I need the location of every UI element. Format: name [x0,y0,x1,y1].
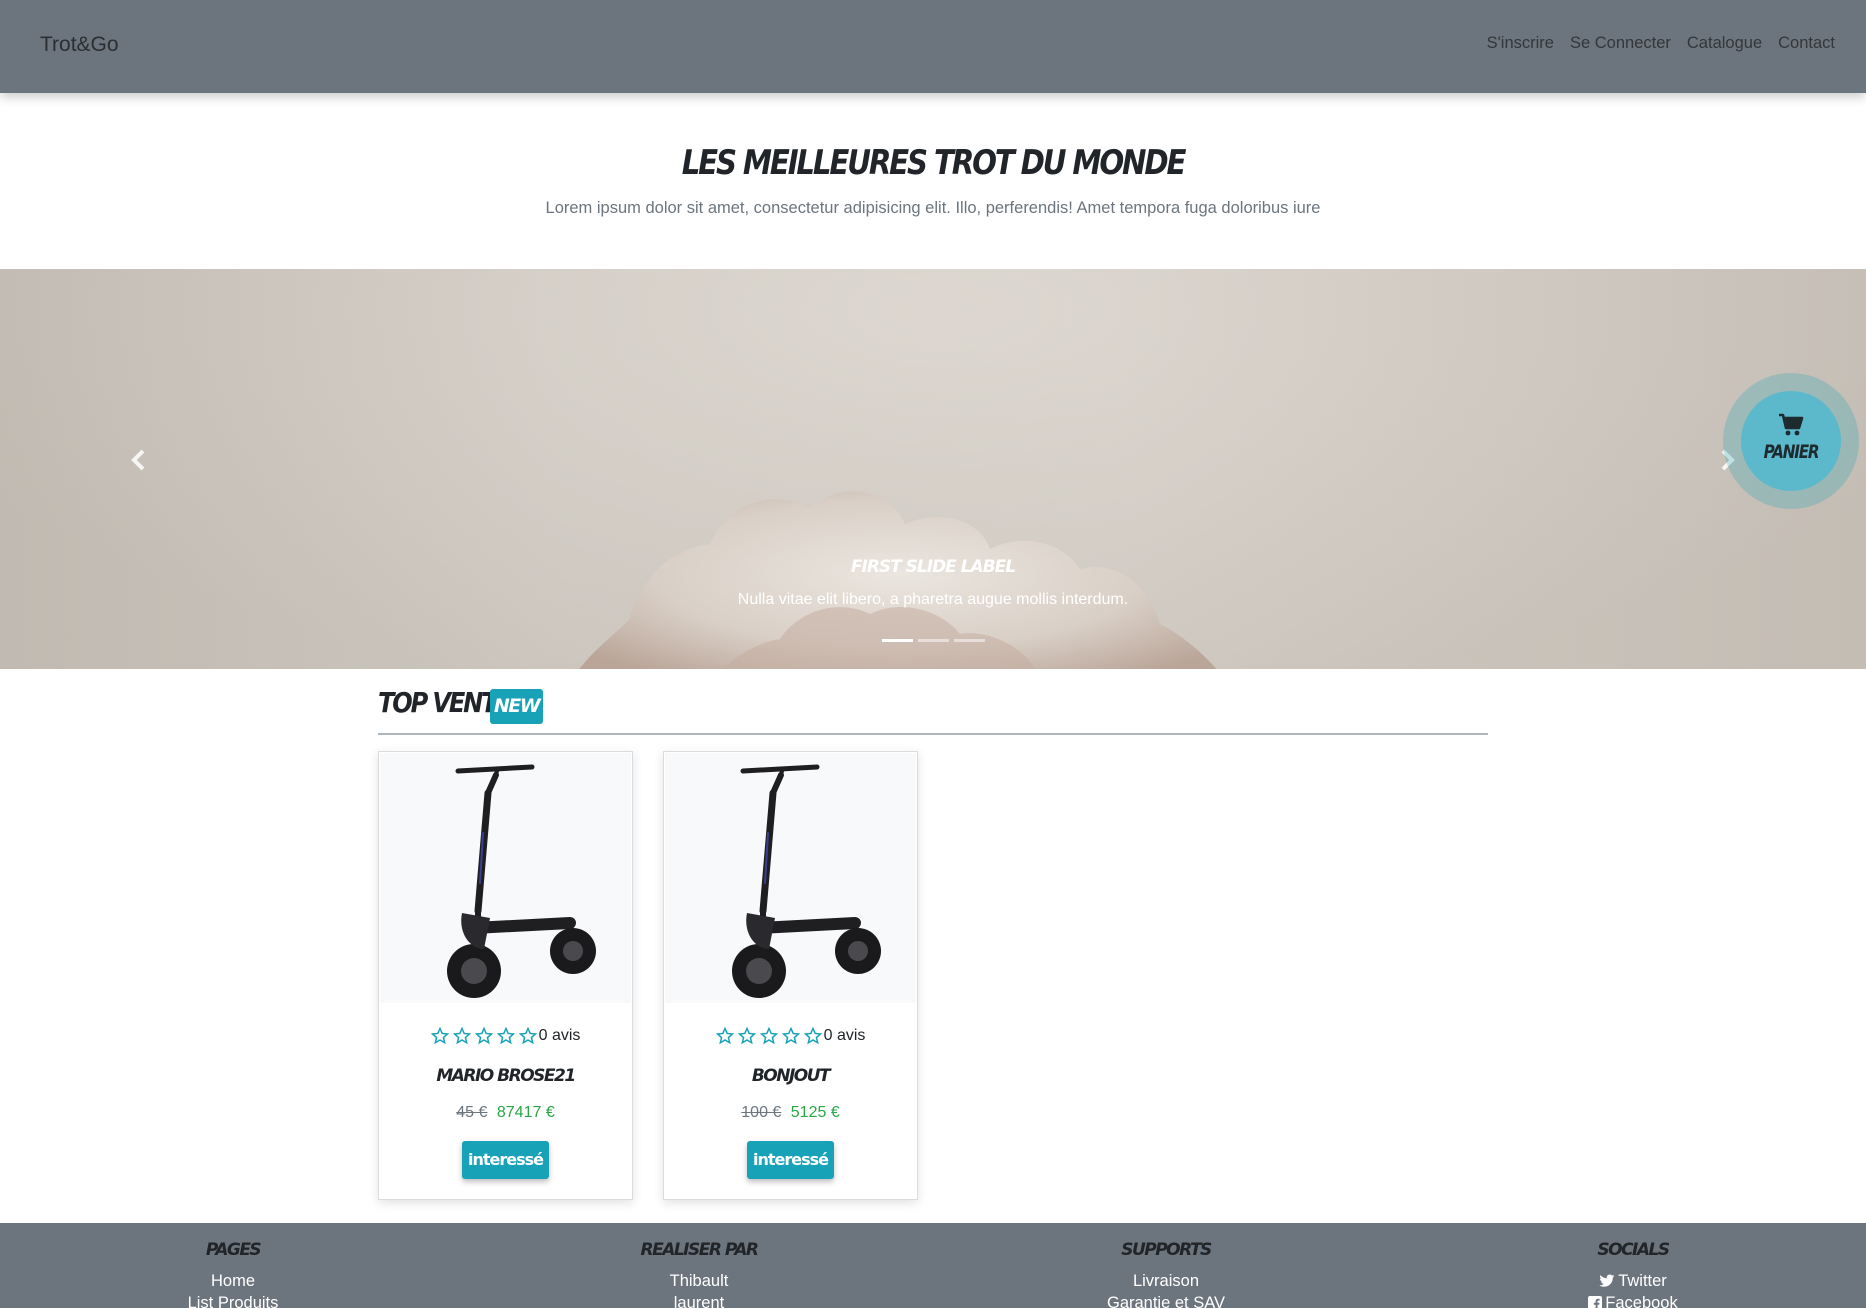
rating-stars: 0 avis [664,1027,917,1045]
brand-logo[interactable]: Trot&Go [40,33,119,57]
interesse-button[interactable]: interessé [747,1141,834,1179]
product-card: 0 avis Bonjout 100 € 5125 € interessé [663,751,918,1200]
old-price: 45 € [456,1104,488,1121]
footer-link-laurent[interactable]: laurent [549,1292,849,1308]
cloud-image [579,491,1217,669]
carousel-prev-button[interactable] [119,447,159,479]
nav-links: S'inscrire Se Connecter Catalogue Contac… [1487,34,1835,53]
product-name[interactable]: Mario Brose21 [379,1066,632,1086]
footer-heading: Supports [1121,1240,1212,1260]
facebook-label: Facebook [1605,1294,1678,1308]
product-name[interactable]: Bonjout [664,1066,917,1086]
facebook-icon [1588,1296,1603,1308]
carousel-caption-text: Nulla vitae elit libero, a pharetra augu… [737,591,1129,608]
section-divider [378,733,1488,735]
panier-label: Panier [1763,441,1820,463]
current-price: 87417 € [496,1104,555,1121]
star-outline-icon[interactable] [737,1027,756,1045]
hero-subtitle: Lorem ipsum dolor sit amet, consectetur … [545,199,1321,217]
star-outline-icon[interactable] [759,1027,778,1045]
star-outline-icon[interactable] [781,1027,800,1045]
review-count: 0 avis [538,1027,581,1044]
nav-link-catalogue[interactable]: Catalogue [1687,34,1762,53]
star-outline-icon[interactable] [715,1027,734,1045]
footer-link-home[interactable]: Home [83,1270,383,1292]
current-price: 5125 € [790,1104,840,1121]
twitter-icon [1599,1274,1615,1287]
footer-link-twitter[interactable]: Twitter [1483,1270,1783,1292]
star-outline-icon[interactable] [452,1027,471,1045]
footer-link-livraison[interactable]: Livraison [1016,1270,1316,1292]
product-image[interactable] [665,753,916,1003]
star-outline-icon[interactable] [518,1027,537,1045]
star-outline-icon[interactable] [496,1027,515,1045]
footer: Pages Home List Produits Realiser par Th… [0,1223,1866,1308]
panier-button[interactable]: Panier [1741,391,1841,491]
footer-link-thibault[interactable]: Thibault [549,1270,849,1292]
navbar: Trot&Go S'inscrire Se Connecter Catalogu… [0,0,1866,93]
footer-column-supports: Supports Livraison Garantie et SAV [1016,1240,1316,1308]
footer-column-socials: Socials Twitter Facebook [1483,1240,1783,1308]
hero-title: Les meilleures trot du monde [681,143,1187,183]
product-image[interactable] [380,753,631,1003]
nav-link-contact[interactable]: Contact [1778,34,1835,53]
nav-link-signup[interactable]: S'inscrire [1487,34,1554,53]
footer-heading: Realiser par [640,1240,759,1260]
footer-link-list-produits[interactable]: List Produits [83,1292,383,1308]
footer-link-garantie[interactable]: Garantie et SAV [1016,1292,1316,1308]
footer-heading: Pages [205,1240,262,1260]
product-card: 0 avis Mario Brose21 45 € 87417 € intere… [378,751,633,1200]
carousel-indicator-3[interactable] [954,639,985,642]
carousel-indicators [882,639,985,642]
old-price: 100 € [741,1104,782,1121]
new-badge: New [490,689,543,724]
twitter-label: Twitter [1618,1272,1667,1290]
interesse-button[interactable]: interessé [462,1141,549,1179]
footer-column-realiser: Realiser par Thibault laurent [549,1240,849,1308]
scooter-image [732,764,881,998]
footer-link-facebook[interactable]: Facebook [1483,1292,1783,1308]
footer-heading: Socials [1597,1240,1670,1260]
cart-icon [1779,413,1804,436]
chevron-left-icon [131,449,145,471]
rating-stars: 0 avis [379,1027,632,1045]
star-outline-icon[interactable] [474,1027,493,1045]
scooter-image [447,764,596,998]
footer-column-pages: Pages Home List Produits [83,1240,383,1308]
product-prices: 45 € 87417 € [379,1104,632,1122]
star-outline-icon[interactable] [803,1027,822,1045]
carousel-indicator-2[interactable] [918,639,949,642]
nav-link-login[interactable]: Se Connecter [1570,34,1671,53]
star-outline-icon[interactable] [430,1027,449,1045]
product-prices: 100 € 5125 € [664,1104,917,1122]
carousel-indicator-1[interactable] [882,639,913,642]
carousel-caption-title: First slide label [850,557,1016,577]
carousel: First slide label Nulla vitae elit liber… [0,269,1866,669]
review-count: 0 avis [823,1027,866,1044]
